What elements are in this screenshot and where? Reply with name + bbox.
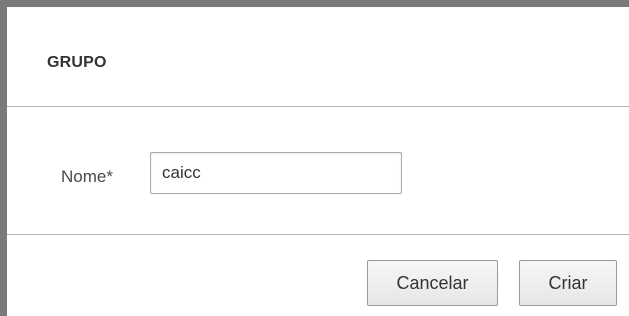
create-group-dialog: GRUPO Nome* Cancelar Criar — [0, 0, 629, 316]
name-input[interactable] — [150, 152, 402, 194]
dialog-header: GRUPO — [7, 7, 629, 107]
dialog-footer: Cancelar Criar — [7, 235, 629, 316]
name-field-label: Nome* — [61, 167, 113, 186]
dialog-body: Nome* — [7, 107, 629, 235]
create-button[interactable]: Criar — [519, 260, 617, 306]
cancel-button[interactable]: Cancelar — [367, 260, 498, 306]
dialog-title: GRUPO — [47, 54, 107, 71]
